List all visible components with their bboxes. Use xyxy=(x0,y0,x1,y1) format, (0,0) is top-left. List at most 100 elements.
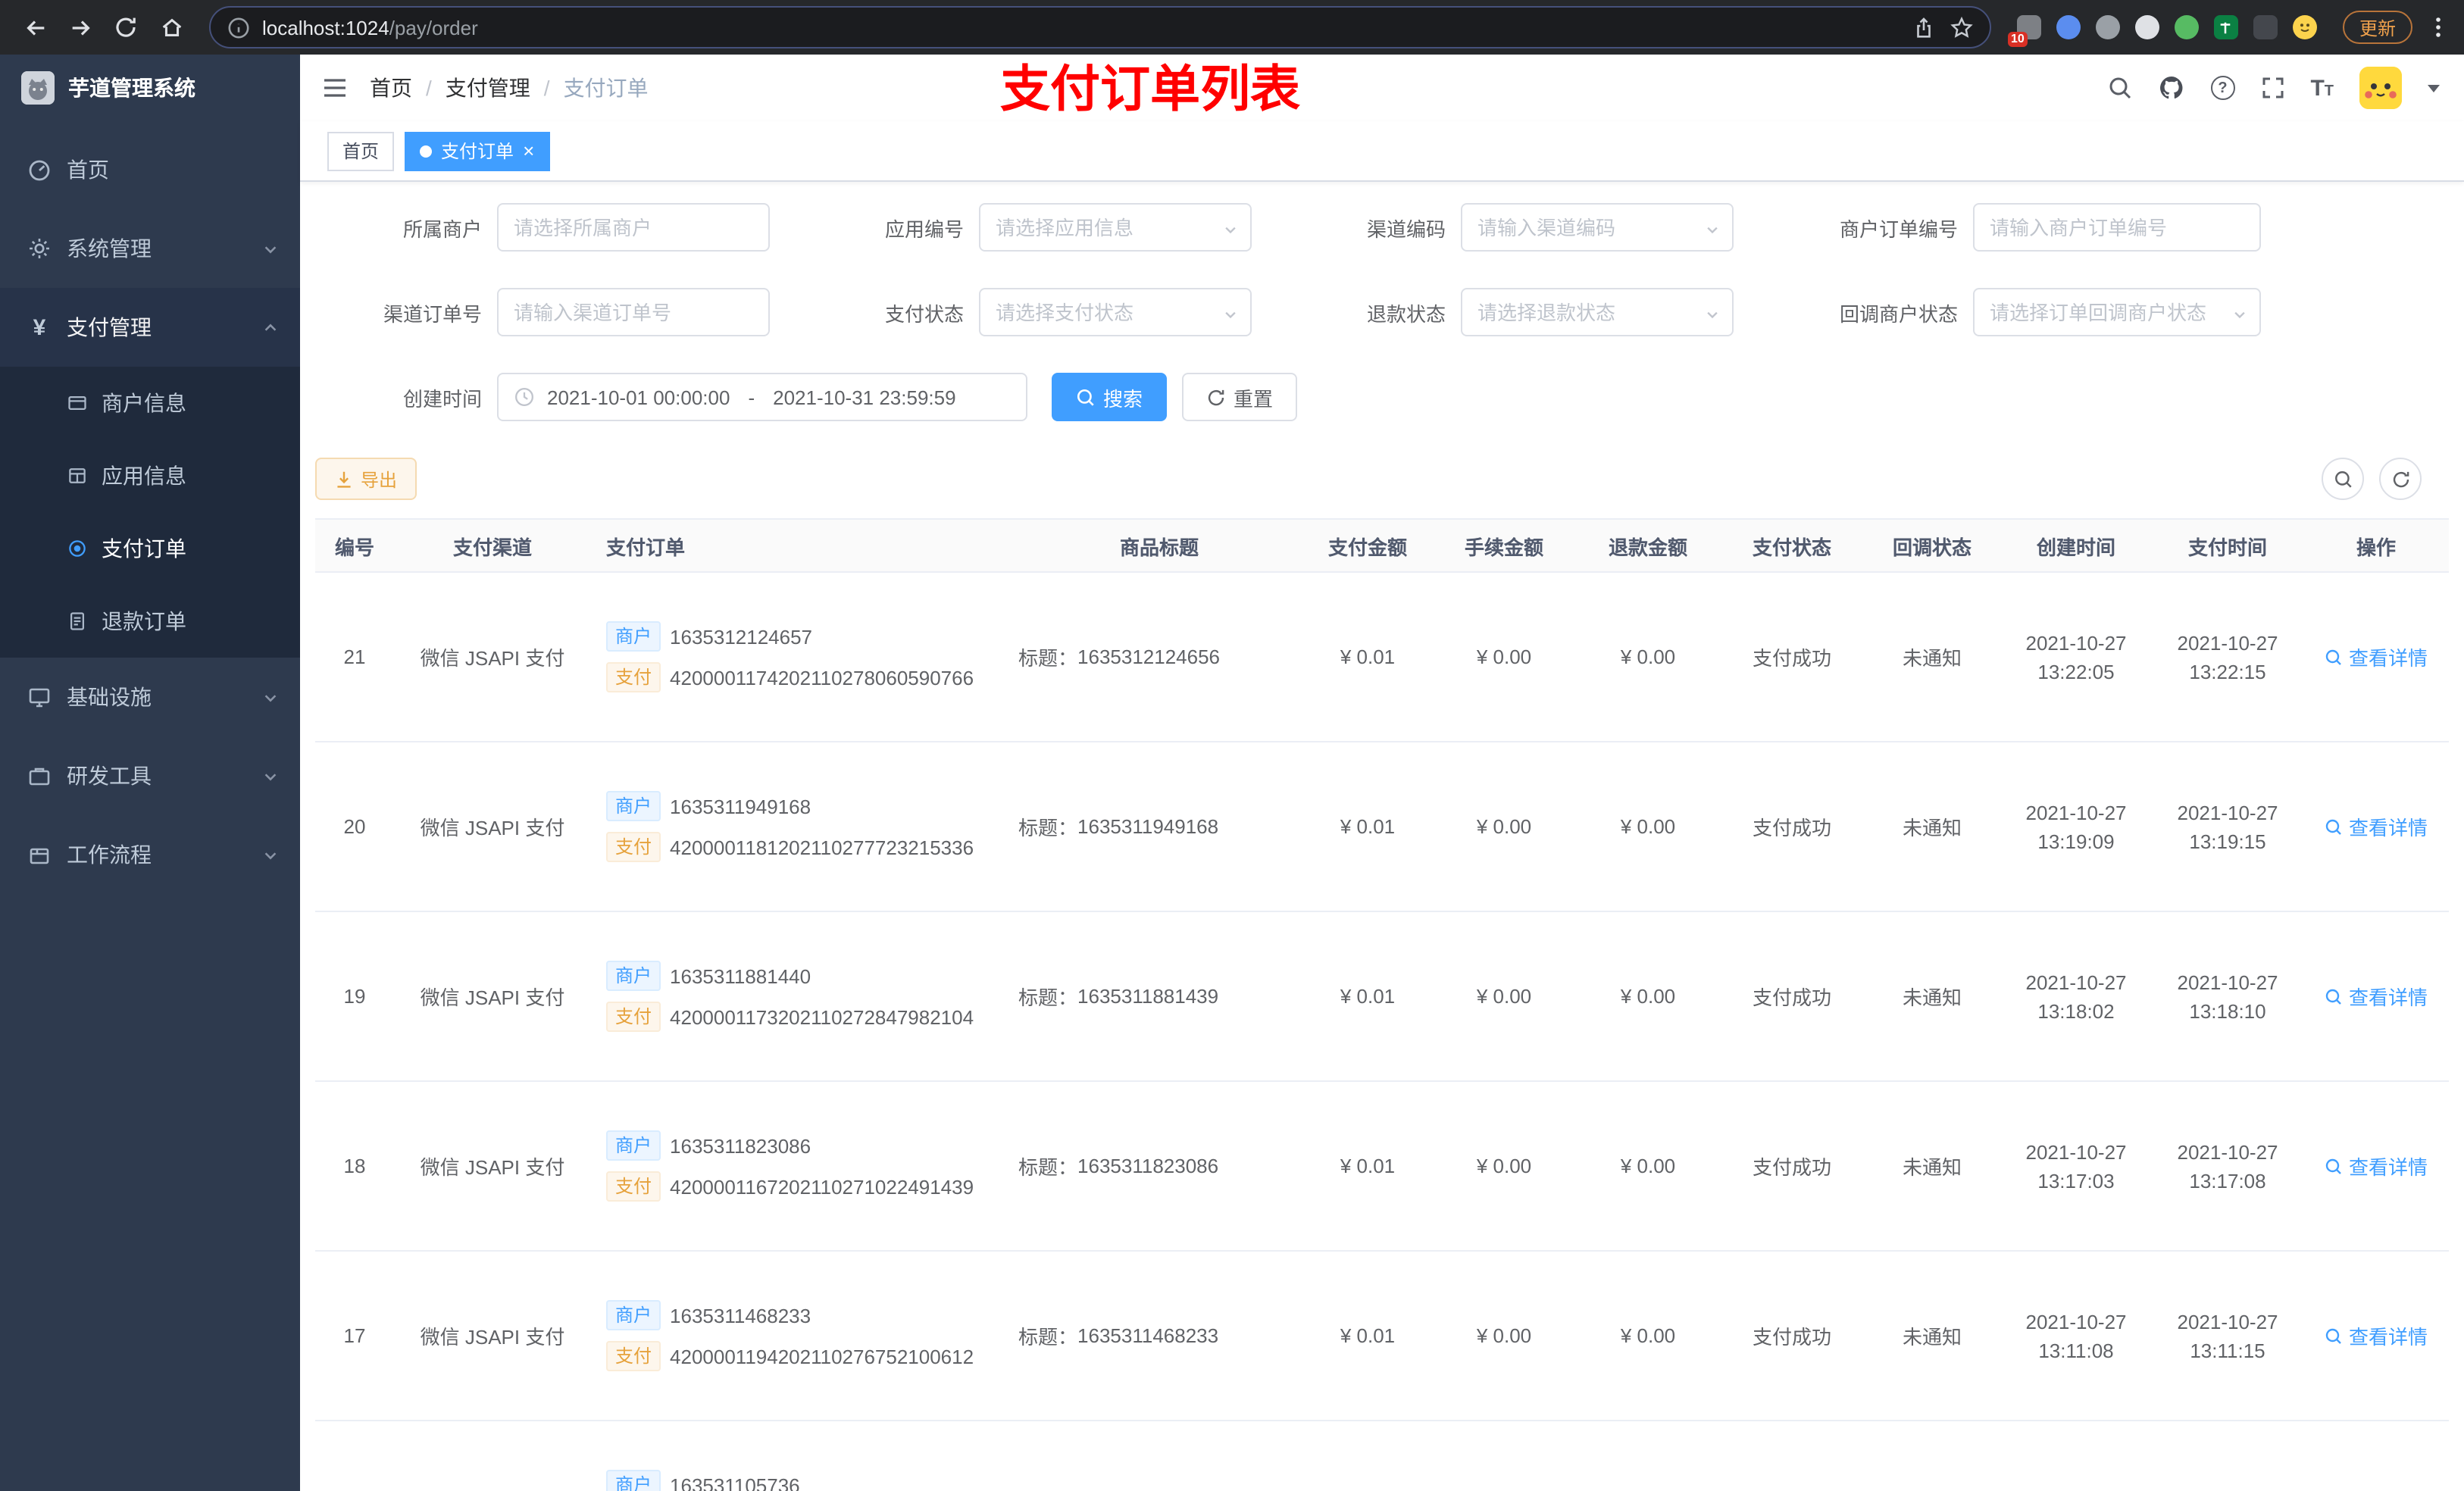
extension-green-icon[interactable] xyxy=(2173,14,2200,41)
cell-pay-amount: ¥ 0.01 xyxy=(1340,985,1396,1008)
view-detail-link[interactable]: 查看详情 xyxy=(2325,1152,2428,1180)
app-title: 芋道管理系统 xyxy=(68,76,195,100)
export-button[interactable]: 导出 xyxy=(315,458,417,500)
home-icon[interactable] xyxy=(152,8,191,47)
cell-product-title: 标题： xyxy=(1015,1421,1303,1491)
channel-order-no-input[interactable] xyxy=(497,288,770,336)
chevron-down-icon xyxy=(1705,308,1720,323)
filter-row-1: 所属商户 应用编号 渠道编码 xyxy=(315,203,2449,252)
view-detail-link[interactable]: 查看详情 xyxy=(2325,1321,2428,1350)
pay-order-line: 支付 4200001173202110272847982104 xyxy=(606,1002,974,1032)
navbar-tools: ? TT xyxy=(2107,67,2440,109)
sidebar-item-merchant-info[interactable]: 商户信息 xyxy=(0,367,300,439)
sidebar-item-pay-order[interactable]: 支付订单 xyxy=(0,512,300,585)
create-time-range-picker[interactable]: 2021-10-01 00:00:00 - 2021-10-31 23:59:5… xyxy=(497,373,1027,421)
cell-notify-status xyxy=(1864,1421,2000,1491)
sidebar-item-workflow[interactable]: 工作流程 xyxy=(0,815,300,894)
search-icon[interactable] xyxy=(2107,76,2131,100)
merchant-order-no-input[interactable] xyxy=(1973,203,2261,252)
share-icon[interactable] xyxy=(1912,16,1935,39)
channel-code-label: 渠道编码 xyxy=(1366,217,1446,240)
breadcrumb: 首页 / 支付管理 / 支付订单 xyxy=(370,73,649,103)
extension-book-icon[interactable] xyxy=(2212,14,2240,41)
extension-grey-icon[interactable] xyxy=(2094,14,2122,41)
sidebar-item-dev-tools[interactable]: 研发工具 xyxy=(0,736,300,815)
reload-icon[interactable] xyxy=(106,8,145,47)
table-row: 18 微信 JSAPI 支付 商户 1635311823086 支付 42000… xyxy=(315,1082,2449,1252)
cell-create-time: 2021-10-27 13:18:02 xyxy=(2025,971,2127,1022)
page-annotation: 支付订单列表 xyxy=(1000,61,1300,117)
extensions-area: 10 xyxy=(2007,14,2325,47)
channel-order-no-label: 渠道订单号 xyxy=(383,302,482,325)
cell-pay-status xyxy=(1720,1421,1864,1491)
search-button[interactable]: 搜索 xyxy=(1052,373,1168,421)
sidebar-menu: 首页 系统管理 ¥ 支付管理 商户信息 应用信息 支付订单 退款订单 基础设施 … xyxy=(0,121,300,894)
font-size-icon[interactable]: TT xyxy=(2310,77,2334,99)
callback-status-label: 回调商户状态 xyxy=(1839,302,1958,325)
view-detail-link[interactable]: 查看详情 xyxy=(2325,642,2428,671)
sidebar-item-infra[interactable]: 基础设施 xyxy=(0,658,300,736)
tab-pay-order[interactable]: 支付订单 × xyxy=(405,131,550,170)
tab-home[interactable]: 首页 xyxy=(327,131,395,170)
url-bar[interactable]: localhost:1024/pay/order xyxy=(209,6,1991,48)
cell-pay-time: 2021-10-27 13:18:10 xyxy=(2177,971,2278,1022)
cell-action: 查看详情 xyxy=(2303,1252,2449,1420)
refresh-table-button[interactable] xyxy=(2379,458,2422,500)
table-row: 商户 163531105736 支付 标题： 查看详情 xyxy=(315,1421,2449,1491)
app-id-label: 应用编号 xyxy=(884,217,964,240)
breadcrumb-home[interactable]: 首页 xyxy=(370,73,412,103)
pay-status-select[interactable] xyxy=(979,288,1252,336)
app-logo[interactable]: 芋道管理系统 xyxy=(0,55,300,121)
cell-create-time xyxy=(2000,1421,2152,1491)
col-create-time: 创建时间 xyxy=(2036,536,2115,558)
col-pay-channel: 支付渠道 xyxy=(452,536,532,558)
extension-dark-puzzle-icon[interactable] xyxy=(2252,14,2279,41)
cell-pay-amount: ¥ 0.01 xyxy=(1340,645,1396,668)
github-icon[interactable] xyxy=(2157,74,2184,102)
extension-emoji-icon[interactable] xyxy=(2291,14,2319,41)
extension-puzzle-icon[interactable]: 10 xyxy=(2007,14,2043,47)
channel-code-select[interactable] xyxy=(1461,203,1734,252)
avatar[interactable] xyxy=(2359,67,2402,109)
sidebar-item-home[interactable]: 首页 xyxy=(0,130,300,209)
extension-light-icon[interactable] xyxy=(2134,14,2161,41)
cell-id xyxy=(315,1421,394,1491)
cell-pay-channel: 微信 JSAPI 支付 xyxy=(420,986,565,1009)
sidebar-item-system[interactable]: 系统管理 xyxy=(0,209,300,288)
caret-down-icon[interactable] xyxy=(2428,84,2440,92)
url-host: localhost:1024 xyxy=(262,16,389,39)
cell-pay-channel xyxy=(394,1421,591,1491)
toggle-search-button[interactable] xyxy=(2322,458,2364,500)
bookmark-star-icon[interactable] xyxy=(1950,16,1973,39)
merchant-order-no: 163531105736 xyxy=(670,1474,800,1491)
merchant-order-line: 商户 1635312124657 xyxy=(606,621,812,652)
sidebar-item-app-info[interactable]: 应用信息 xyxy=(0,439,300,512)
close-tab-icon[interactable]: × xyxy=(523,141,534,161)
view-detail-link[interactable]: 查看详情 xyxy=(2325,982,2428,1011)
cell-product-title: 标题： 1635312124656 xyxy=(1018,645,1221,670)
collapse-sidebar-icon[interactable] xyxy=(321,74,349,102)
browser-update-button[interactable]: 更新 xyxy=(2342,11,2412,44)
refund-status-select[interactable] xyxy=(1461,288,1734,336)
callback-status-select[interactable] xyxy=(1973,288,2261,336)
extension-blue-icon[interactable] xyxy=(2055,14,2082,41)
sidebar-item-payment[interactable]: ¥ 支付管理 xyxy=(0,288,300,367)
cell-pay-time: 2021-10-27 13:17:08 xyxy=(2177,1140,2278,1192)
site-info-icon[interactable] xyxy=(227,16,250,39)
help-icon[interactable]: ? xyxy=(2210,76,2235,100)
fullscreen-icon[interactable] xyxy=(2260,76,2284,100)
table-header: 编号 支付渠道 支付订单 商品标题 支付金额 手续金额 退款金额 支付状态 回调… xyxy=(315,518,2449,573)
sidebar-item-refund-order[interactable]: 退款订单 xyxy=(0,585,300,658)
reset-button[interactable]: 重置 xyxy=(1182,373,1298,421)
create-time-label: 创建时间 xyxy=(402,387,482,410)
forward-icon[interactable] xyxy=(61,8,100,47)
back-icon[interactable] xyxy=(15,8,55,47)
browser-menu-icon[interactable] xyxy=(2428,15,2449,39)
page-content: 所属商户 应用编号 渠道编码 xyxy=(300,182,2464,1491)
chevron-down-icon xyxy=(262,767,279,784)
view-detail-link[interactable]: 查看详情 xyxy=(2325,812,2428,841)
merchant-input[interactable] xyxy=(497,203,770,252)
breadcrumb-pay-mgmt[interactable]: 支付管理 xyxy=(446,73,530,103)
col-pay-status: 支付状态 xyxy=(1752,536,1831,558)
app-id-select[interactable] xyxy=(979,203,1252,252)
